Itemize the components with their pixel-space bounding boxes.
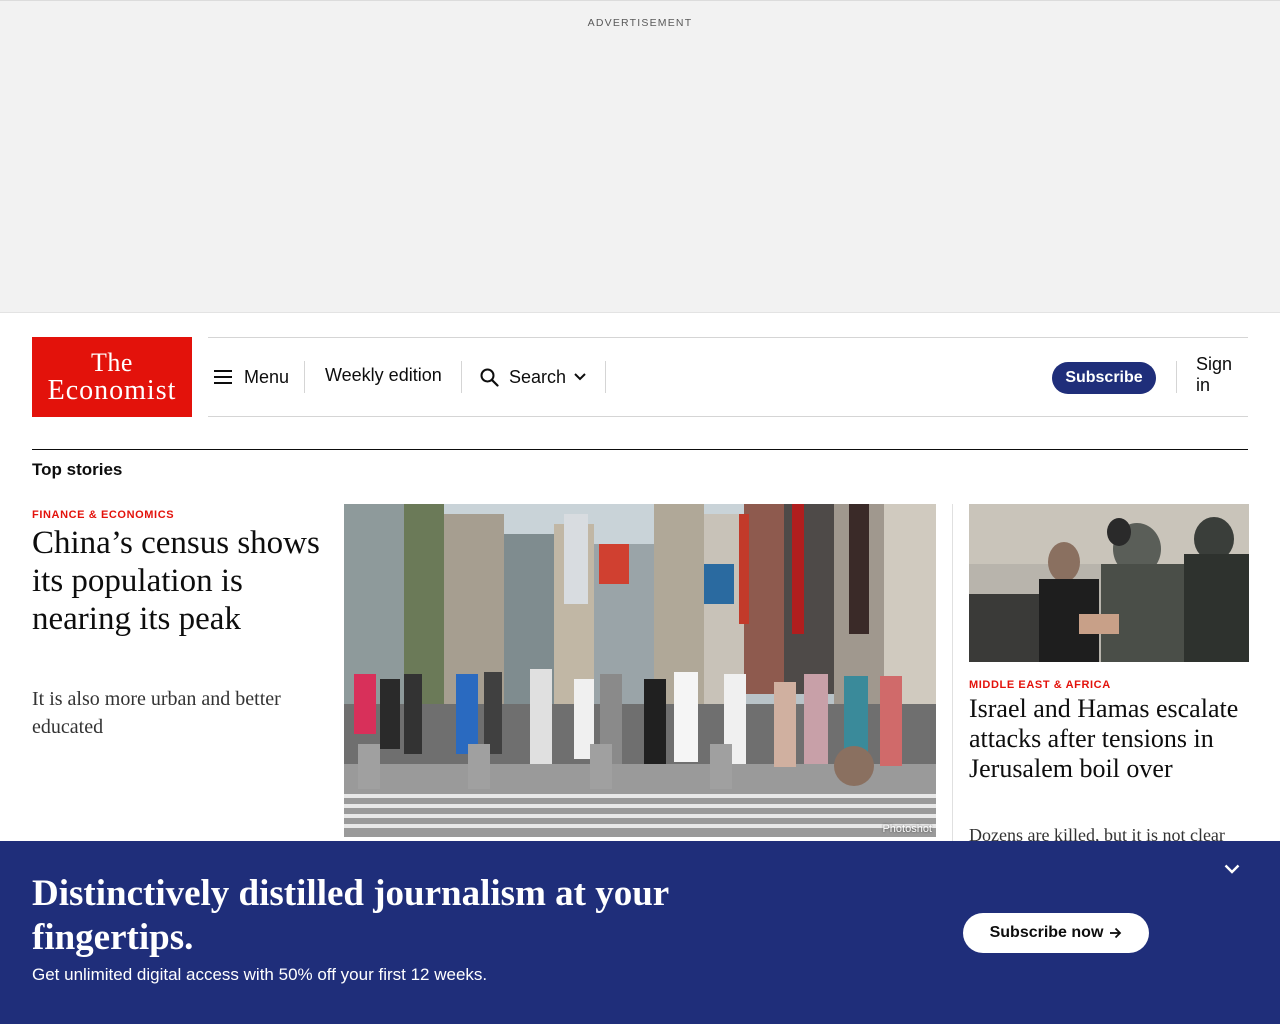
banner-subtitle: Get unlimited digital access with 50% of… xyxy=(32,965,488,984)
section-rule xyxy=(32,449,1248,450)
article-kicker[interactable]: MIDDLE EAST & AFRICA xyxy=(969,679,1111,691)
search-icon xyxy=(480,368,499,387)
column-divider xyxy=(952,504,953,844)
banner-title: Distinctively distilled journalism at yo… xyxy=(32,873,669,958)
nav-divider xyxy=(1176,361,1177,393)
article-image[interactable]: Photoshot xyxy=(344,504,936,837)
article-headline[interactable]: China’s census shows its population is n… xyxy=(32,524,322,638)
weekly-edition-link[interactable]: Weekly edition xyxy=(325,336,442,414)
menu-button[interactable]: Menu xyxy=(214,338,289,416)
search-label: Search xyxy=(509,366,567,387)
arrow-right-icon xyxy=(1109,927,1122,939)
nav-divider xyxy=(304,361,305,393)
logo-line-2: Economist xyxy=(47,374,177,406)
chevron-collapse-icon[interactable] xyxy=(1220,859,1244,879)
section-title: Top stories xyxy=(32,460,123,479)
article-image[interactable] xyxy=(969,504,1249,662)
article-kicker[interactable]: FINANCE & ECONOMICS xyxy=(32,509,174,521)
advertisement-label: ADVERTISEMENT xyxy=(587,17,693,29)
search-button[interactable]: Search xyxy=(480,338,586,416)
article-rubric: It is also more urban and better educate… xyxy=(32,688,281,738)
advertisement-area: ADVERTISEMENT xyxy=(0,0,1280,313)
sign-in-link[interactable]: Sign in xyxy=(1196,336,1248,414)
chevron-down-icon xyxy=(574,373,586,381)
nav-divider xyxy=(461,361,462,393)
article-headline[interactable]: Israel and Hamas escalate attacks after … xyxy=(969,694,1249,784)
subscribe-button[interactable]: Subscribe xyxy=(1052,362,1156,394)
nav-divider xyxy=(605,361,606,393)
menu-label: Menu xyxy=(244,366,290,387)
image-credit: Photoshot xyxy=(882,823,932,835)
subscribe-now-button[interactable]: Subscribe now xyxy=(963,913,1149,953)
top-navigation: Menu Weekly edition Search Subscribe Sig… xyxy=(208,337,1248,417)
logo-line-1: The xyxy=(91,347,133,377)
subscription-banner: Distinctively distilled journalism at yo… xyxy=(0,841,1280,1024)
subscribe-now-label: Subscribe now xyxy=(989,924,1104,941)
menu-icon xyxy=(214,370,232,384)
economist-logo[interactable]: The Economist xyxy=(32,337,192,417)
